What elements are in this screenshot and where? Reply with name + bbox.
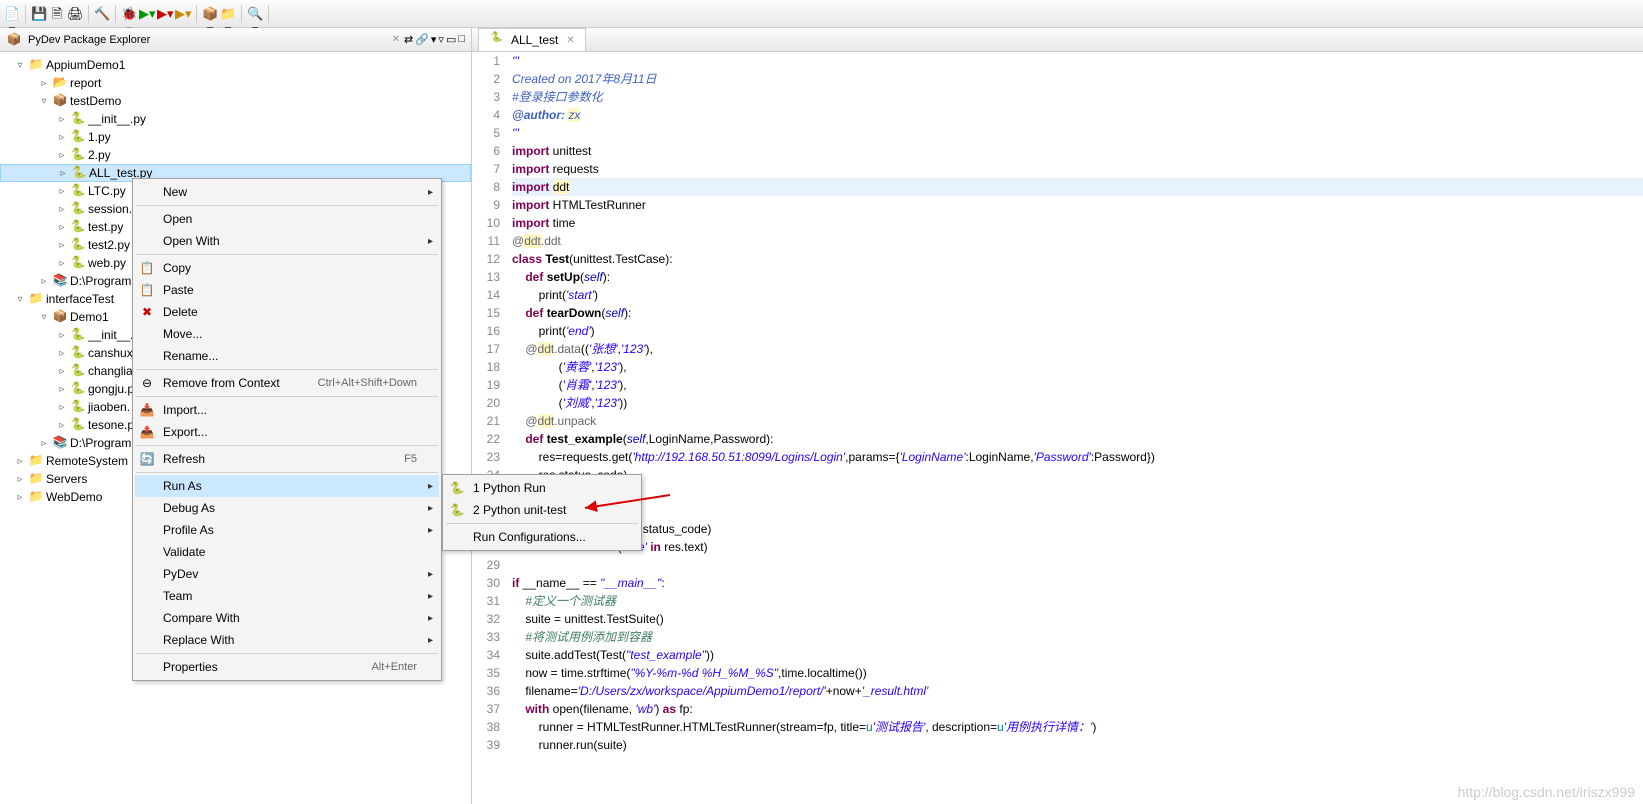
tree-item[interactable]: ▿📁AppiumDemo1: [0, 56, 471, 74]
close-icon[interactable]: ✕: [566, 35, 574, 46]
menu-item[interactable]: Rename...: [135, 345, 439, 367]
main-toolbar: 📄▾ 💾 🗎 🖨 🔨 🐞▾ ▶▾ ▶▾ ▶▾ 📦▾ 📁▾ 🔍▾: [0, 0, 1643, 28]
menu-item[interactable]: 📋Paste: [135, 279, 439, 301]
tb-extrun-icon[interactable]: ▶▾: [175, 6, 191, 22]
menu-item[interactable]: Compare With▸: [135, 607, 439, 629]
menu-item[interactable]: New▸: [135, 181, 439, 203]
submenu-item[interactable]: 🐍2 Python unit-test: [445, 499, 639, 521]
tb-debug-icon[interactable]: 🐞▾: [121, 6, 137, 22]
min-icon[interactable]: ▭: [446, 33, 456, 46]
tb-new-icon[interactable]: 📄▾: [4, 6, 20, 22]
menu-item[interactable]: Open With▸: [135, 230, 439, 252]
tab-label: ALL_test: [511, 33, 558, 47]
explorer-icon: 📦: [6, 32, 22, 48]
menu-item[interactable]: 🔄RefreshF5: [135, 448, 439, 470]
menu-item[interactable]: ✖Delete: [135, 301, 439, 323]
menu-item[interactable]: Team▸: [135, 585, 439, 607]
tb-newproj-icon[interactable]: 📁▾: [220, 6, 236, 22]
link-icon[interactable]: 🔗: [415, 33, 429, 46]
max-icon[interactable]: □: [458, 33, 465, 46]
context-menu[interactable]: New▸ OpenOpen With▸ 📋Copy📋Paste✖DeleteMove…: [132, 178, 442, 681]
tree-item[interactable]: ▿📦testDemo: [0, 92, 471, 110]
tb-search-icon[interactable]: 🔍▾: [247, 6, 263, 22]
menu-item[interactable]: Profile As▸: [135, 519, 439, 541]
menu-item[interactable]: PropertiesAlt+Enter: [135, 656, 439, 678]
menu-item[interactable]: Validate: [135, 541, 439, 563]
menu-item[interactable]: 📥Import...: [135, 399, 439, 421]
tb-build-icon[interactable]: 🔨: [94, 6, 110, 22]
tb-coverage-icon[interactable]: ▶▾: [157, 6, 173, 22]
tree-item[interactable]: ▹🐍__init__.py: [0, 110, 471, 128]
tree-item[interactable]: ▹🐍1.py: [0, 128, 471, 146]
collapse-icon[interactable]: ⇄: [404, 33, 413, 46]
tb-print-icon[interactable]: 🖨: [67, 6, 83, 22]
tb-run-icon[interactable]: ▶▾: [139, 6, 155, 22]
line-gutter: 1234567891011121314151617181920212223242…: [472, 52, 508, 804]
menu-item[interactable]: Debug As▸: [135, 497, 439, 519]
tree-item[interactable]: ▹📂report: [0, 74, 471, 92]
menu-item[interactable]: ⊖Remove from ContextCtrl+Alt+Shift+Down: [135, 372, 439, 394]
menu-item[interactable]: PyDev▸: [135, 563, 439, 585]
menu-item[interactable]: Run As▸: [135, 475, 439, 497]
python-file-icon: 🐍: [489, 32, 505, 48]
watermark: http://blog.csdn.net/iriszx999: [1458, 784, 1635, 800]
menu-item[interactable]: 📤Export...: [135, 421, 439, 443]
run-as-submenu[interactable]: 🐍1 Python Run🐍2 Python unit-test Run Conf…: [442, 474, 642, 551]
tab-all-test[interactable]: 🐍 ALL_test ✕: [478, 28, 586, 51]
submenu-item[interactable]: Run Configurations...: [445, 526, 639, 548]
explorer-title: PyDev Package Explorer: [28, 34, 384, 46]
explorer-header: 📦 PyDev Package Explorer ✕ ⇄ 🔗 ▾ ▿ ▭ □: [0, 28, 471, 52]
tree-item[interactable]: ▹🐍2.py: [0, 146, 471, 164]
tb-save-icon[interactable]: 💾: [31, 6, 47, 22]
menu-item[interactable]: Open: [135, 208, 439, 230]
code-area[interactable]: '''Created on 2017年8月11日#登录接口参数化@author:…: [508, 52, 1643, 804]
tb-newpkg-icon[interactable]: 📦▾: [202, 6, 218, 22]
close-icon[interactable]: ✕: [392, 34, 400, 45]
submenu-item[interactable]: 🐍1 Python Run: [445, 477, 639, 499]
menu-icon[interactable]: ▿: [438, 33, 444, 46]
filter-icon[interactable]: ▾: [431, 33, 437, 46]
editor-tabs: 🐍 ALL_test ✕: [472, 28, 1643, 52]
code-editor[interactable]: 1234567891011121314151617181920212223242…: [472, 52, 1643, 804]
tb-saveall-icon[interactable]: 🗎: [49, 6, 65, 22]
menu-item[interactable]: Move...: [135, 323, 439, 345]
editor-panel: 🐍 ALL_test ✕ 123456789101112131415161718…: [472, 28, 1643, 804]
menu-item[interactable]: Replace With▸: [135, 629, 439, 651]
menu-item[interactable]: 📋Copy: [135, 257, 439, 279]
